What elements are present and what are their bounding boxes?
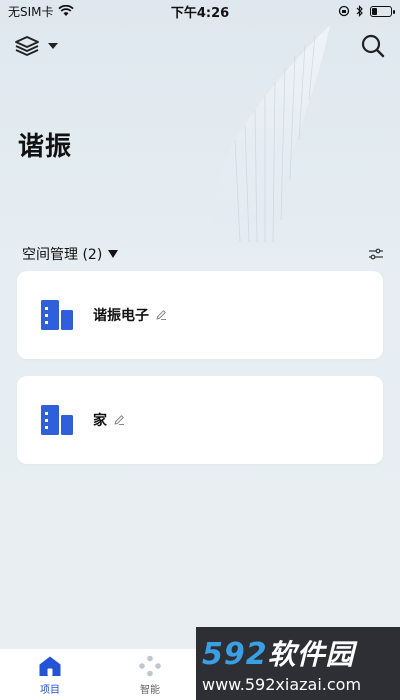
watermark-title: 592 软件园 (202, 633, 400, 673)
bluetooth-icon (356, 5, 363, 17)
tab-label: 项目 (40, 685, 60, 696)
dots-icon (139, 655, 161, 677)
watermark-number: 592 (202, 637, 268, 672)
watermark-url: www.592xiazai.com (202, 675, 362, 694)
edit-icon[interactable] (113, 414, 125, 426)
sliders-icon[interactable] (368, 246, 384, 262)
edit-icon[interactable] (155, 309, 167, 321)
layers-icon (15, 36, 39, 56)
space-name: 谐振电子 (93, 308, 149, 324)
carrier-label: 无SIM卡 (8, 4, 54, 19)
battery-icon (370, 5, 395, 17)
tab-smart[interactable]: 智能 (100, 649, 200, 696)
page-title: 谐振 (18, 132, 73, 162)
status-bar: 无SIM卡 下午4:26 (0, 0, 400, 22)
tab-label: 智能 (140, 685, 160, 696)
battery-level (372, 7, 377, 15)
top-bar (14, 30, 386, 62)
section-header: 空间管理 (2) (22, 244, 384, 264)
status-left: 无SIM卡 (8, 3, 74, 20)
chevron-down-icon (48, 43, 58, 49)
watermark-name: 软件园 (267, 638, 355, 671)
section-title-label: 空间管理 (2) (22, 247, 103, 263)
building-icon (41, 300, 73, 330)
status-right (338, 5, 395, 17)
triangle-down-icon (108, 250, 119, 258)
building-icon (41, 405, 73, 435)
space-management-dropdown[interactable]: 空间管理 (2) (22, 244, 119, 264)
space-card[interactable]: 谐振电子 (17, 271, 383, 359)
layers-switch-button[interactable] (14, 35, 58, 57)
watermark-logo: 592 软件园 www.592xiazai.com (196, 627, 400, 700)
lock-rotation-icon (338, 5, 350, 17)
search-icon[interactable] (360, 33, 386, 59)
tab-projects[interactable]: 项目 (0, 649, 100, 696)
space-card[interactable]: 家 (17, 376, 383, 464)
wifi-icon (57, 5, 74, 16)
space-name: 家 (93, 413, 107, 429)
home-icon (39, 656, 61, 676)
